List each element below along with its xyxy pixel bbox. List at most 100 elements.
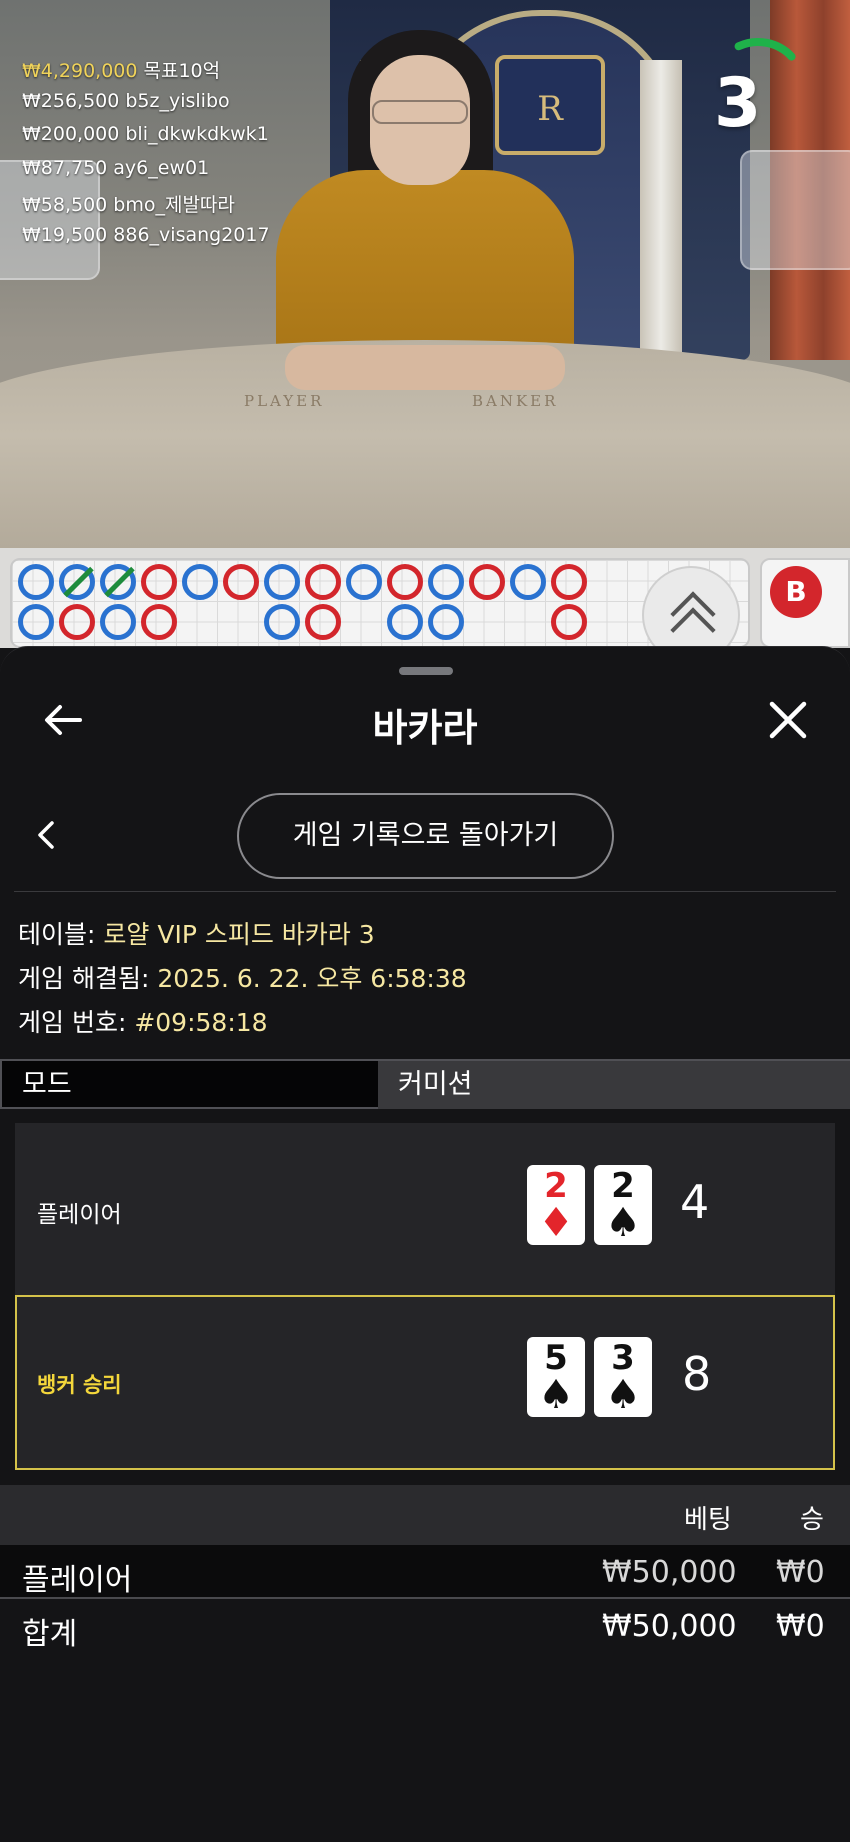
info-value: 로얄 VIP 스피드 바카라 3 xyxy=(103,920,375,949)
column-win: 승 xyxy=(800,1505,824,1535)
bead-banker-marker: B xyxy=(770,566,822,618)
road-player-marker xyxy=(346,564,382,600)
road-banker-marker xyxy=(305,564,341,600)
road-player-marker xyxy=(428,564,464,600)
road-player-marker xyxy=(264,604,300,640)
road-player-marker xyxy=(510,564,546,600)
road-banker-marker xyxy=(551,604,587,640)
road-banker-marker xyxy=(387,564,423,600)
leader-amount: ₩58,500 xyxy=(22,194,108,216)
info-value: #09:58:18 xyxy=(134,1008,268,1037)
road-banker-marker xyxy=(551,564,587,600)
app-root: R PLAYER BANKER ₩4,290,000 목표10억 ₩256,500… xyxy=(0,0,850,1842)
back-to-history-button[interactable]: 게임 기록으로 돌아가기 xyxy=(237,793,614,879)
road-banker-marker xyxy=(305,604,341,640)
table-player-text: PLAYER xyxy=(244,392,325,410)
royal-crest-logo: R xyxy=(495,55,605,155)
leaderboard-row: ₩58,500 bmo_제발따라 xyxy=(22,190,270,224)
road-player-marker xyxy=(18,564,54,600)
spade-suit-icon: ♠ xyxy=(538,1372,574,1418)
leader-amount: ₩87,750 xyxy=(22,156,108,179)
player-hand-panel: 플레이어 2 ♦ 2 ♠ 4 xyxy=(15,1123,835,1298)
leader-name: ay6_ew01 xyxy=(113,156,210,179)
hand-score: 4 xyxy=(680,1175,710,1229)
road-banker-marker xyxy=(59,604,95,640)
info-label: 테이블: xyxy=(18,920,96,949)
leader-name: b5z_yislibo xyxy=(125,89,230,112)
leader-name: 886_visang2017 xyxy=(113,223,270,246)
card-rank: 2 xyxy=(544,1166,568,1206)
info-game-number: 게임 번호: #09:58:18 xyxy=(18,1003,268,1039)
leader-name: bli_dkwkdkwk1 xyxy=(125,123,269,145)
road-player-marker xyxy=(100,604,136,640)
leader-name: bmo_제발따라 xyxy=(113,194,235,216)
banker-hand-panel: 뱅커 승리 5 ♠ 3 ♠ 8 xyxy=(15,1295,835,1470)
bet-amount: ₩50,000 xyxy=(602,1555,737,1590)
leaderboard-row: ₩87,750 ay6_ew01 xyxy=(22,157,270,191)
sheet-title: 바카라 xyxy=(372,706,478,750)
road-banker-marker xyxy=(469,564,505,600)
road-player-marker xyxy=(182,564,218,600)
leaderboard-row: ₩256,500 b5z_yislibo xyxy=(22,90,270,124)
road-player-marker xyxy=(100,564,136,600)
playing-card: 3 ♠ xyxy=(594,1337,652,1417)
live-video-feed[interactable]: R PLAYER BANKER ₩4,290,000 목표10억 ₩256,500… xyxy=(0,0,850,548)
total-label: 합계 xyxy=(22,1617,78,1652)
hand-label: 플레이어 xyxy=(37,1202,122,1228)
road-banker-marker xyxy=(223,564,259,600)
leader-amount: ₩4,290,000 xyxy=(22,60,138,82)
table-banker-text: BANKER xyxy=(472,392,559,410)
road-player-marker xyxy=(264,564,300,600)
leaderboard-row: ₩200,000 bli_dkwkdkwk1 xyxy=(22,123,270,157)
spade-suit-icon: ♠ xyxy=(605,1372,641,1418)
road-player-marker xyxy=(428,604,464,640)
drag-handle[interactable] xyxy=(399,667,453,675)
leaderboard-row: ₩4,290,000 목표10억 xyxy=(22,56,270,90)
bead-road-scoreboard[interactable]: B xyxy=(760,558,850,648)
info-table: 테이블: 로얄 VIP 스피드 바카라 3 xyxy=(18,915,375,951)
close-icon[interactable] xyxy=(763,695,813,745)
playing-card: 2 ♦ xyxy=(527,1165,585,1245)
bets-total-row: 합계 ₩50,000 ₩0 xyxy=(0,1599,850,1653)
mode-tabs: 모드 커미션 xyxy=(0,1059,850,1109)
dealer-hands xyxy=(285,345,565,390)
tab-mode[interactable]: 모드 xyxy=(0,1059,378,1109)
total-win-amount: ₩0 xyxy=(776,1609,825,1644)
total-bet-amount: ₩50,000 xyxy=(602,1609,737,1644)
countdown-timer: 3 xyxy=(714,64,762,143)
leader-amount: ₩19,500 xyxy=(22,223,108,246)
tab-commission[interactable]: 커미션 xyxy=(378,1059,850,1109)
bet-label: 플레이어 xyxy=(22,1563,133,1598)
road-banker-marker xyxy=(141,604,177,640)
hand-score: 8 xyxy=(682,1347,712,1401)
playing-card: 5 ♠ xyxy=(527,1337,585,1417)
info-label: 게임 해결됨: xyxy=(18,964,150,993)
game-history-sheet: 바카라 게임 기록으로 돌아가기 테이블: 로얄 VIP 스피드 바카라 3 게… xyxy=(0,646,850,1842)
info-label: 게임 번호: xyxy=(18,1008,127,1037)
road-player-marker xyxy=(387,604,423,640)
card-shoe xyxy=(740,150,850,270)
diamond-suit-icon: ♦ xyxy=(538,1200,574,1246)
road-player-marker xyxy=(59,564,95,600)
card-rank: 3 xyxy=(611,1338,635,1378)
hand-result-label: 뱅커 승리 xyxy=(37,1373,122,1397)
dealer-glasses xyxy=(372,100,468,124)
big-road-scoreboard[interactable] xyxy=(10,558,750,648)
road-player-marker xyxy=(18,604,54,640)
spade-suit-icon: ♠ xyxy=(605,1200,641,1246)
chevron-left-icon[interactable] xyxy=(30,817,66,853)
playing-card: 2 ♠ xyxy=(594,1165,652,1245)
winners-leaderboard: ₩4,290,000 목표10억 ₩256,500 b5z_yislibo ₩200… xyxy=(22,56,270,257)
win-amount: ₩0 xyxy=(776,1555,825,1590)
road-banker-marker xyxy=(141,564,177,600)
backdrop-pillar xyxy=(640,60,682,360)
leader-amount: ₩256,500 xyxy=(22,89,120,112)
divider xyxy=(14,891,836,892)
info-resolved: 게임 해결됨: 2025. 6. 22. 오후 6:58:38 xyxy=(18,959,467,995)
card-rank: 2 xyxy=(611,1166,635,1206)
column-bet: 베팅 xyxy=(684,1505,732,1535)
bets-table-header: 베팅 승 xyxy=(0,1485,850,1545)
info-value: 2025. 6. 22. 오후 6:58:38 xyxy=(157,964,467,993)
card-rank: 5 xyxy=(544,1338,568,1378)
leader-amount: ₩200,000 xyxy=(22,123,120,145)
